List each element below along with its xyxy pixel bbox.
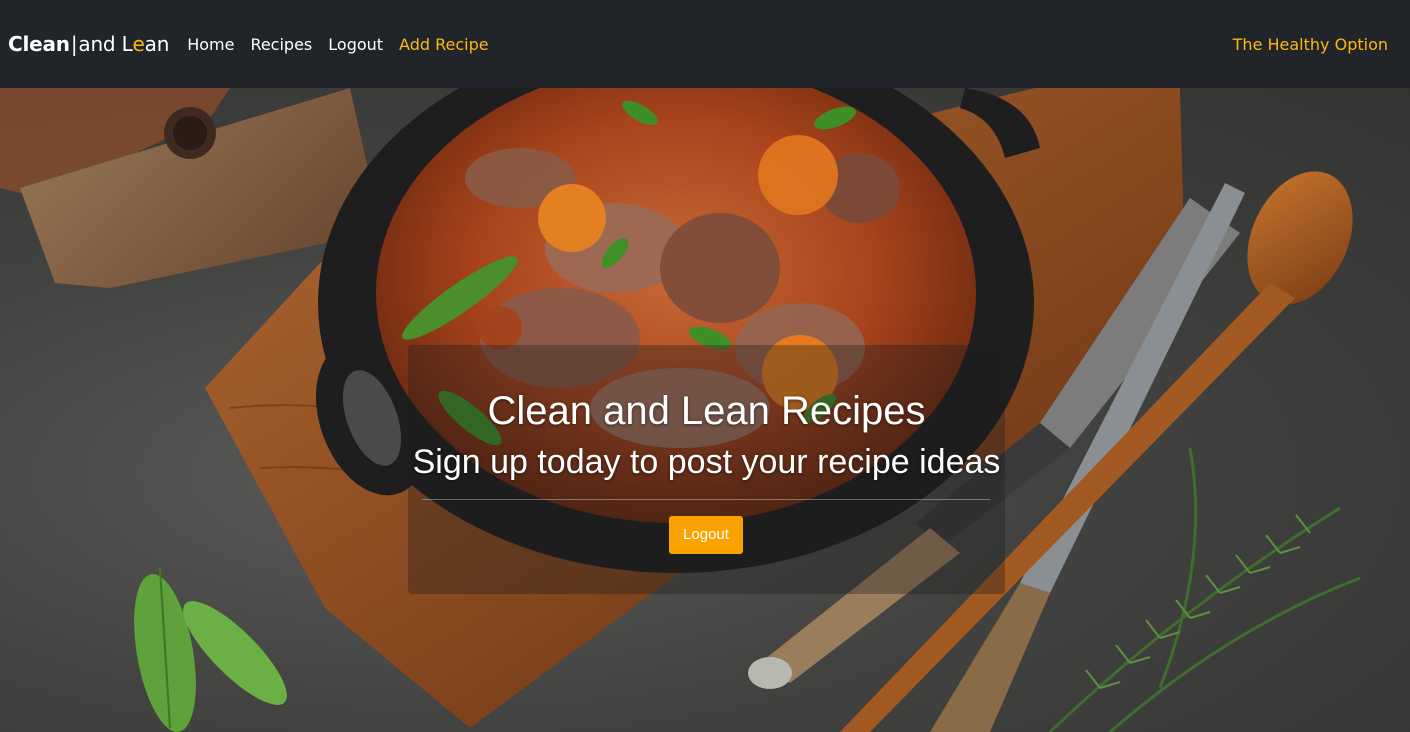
nav-home-link[interactable]: Home (187, 35, 234, 54)
brand-accent-letter: e (132, 32, 145, 56)
brand-separator: | (70, 32, 78, 56)
nav-logout-link[interactable]: Logout (328, 35, 383, 54)
hero-section: Clean and Lean Recipes Sign up today to … (0, 88, 1410, 732)
hero-logout-button[interactable]: Logout (669, 516, 743, 554)
top-navbar: Clean | and Le an Home Recipes Logout Add R… (0, 0, 1410, 88)
brand-logo[interactable]: Clean | and Le an (8, 32, 169, 56)
brand-word-clean: lean (22, 32, 70, 56)
nav-recipes-link[interactable]: Recipes (250, 35, 312, 54)
nav-links: Home Recipes Logout Add Recipe (187, 35, 504, 54)
nav-add-recipe-link[interactable]: Add Recipe (399, 35, 489, 54)
hero-jumbotron: Clean and Lean Recipes Sign up today to … (408, 345, 1005, 594)
brand-initial: C (8, 32, 23, 56)
brand-word-an: an (144, 32, 170, 56)
hero-title: Clean and Lean Recipes (487, 389, 926, 433)
brand-word-and-l: and L (78, 32, 133, 56)
nav-healthy-option-link[interactable]: The Healthy Option (1233, 35, 1388, 54)
hero-divider (422, 499, 990, 500)
hero-subtitle: Sign up today to post your recipe ideas (412, 443, 1001, 481)
